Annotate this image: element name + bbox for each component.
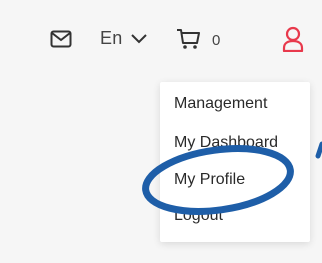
user-menu-button[interactable]	[282, 26, 304, 52]
menu-item-logout[interactable]: Logout	[174, 207, 223, 225]
mail-button[interactable]	[50, 30, 72, 48]
menu-item-my-dashboard[interactable]: My Dashboard	[174, 134, 278, 152]
mail-icon	[50, 30, 72, 48]
user-dropdown-menu: Management My Dashboard My Profile Logou…	[160, 82, 310, 242]
menu-item-management[interactable]: Management	[174, 95, 267, 113]
cart-icon	[177, 29, 200, 49]
chevron-down-icon	[131, 33, 148, 43]
cart-count: 0	[212, 31, 221, 49]
language-selector[interactable]: En	[100, 28, 148, 49]
pointer-line	[315, 141, 322, 159]
top-navbar: En 0	[0, 0, 322, 82]
language-label: En	[100, 28, 123, 48]
cart-button[interactable]: 0	[176, 28, 220, 50]
user-icon	[282, 26, 304, 52]
menu-item-my-profile[interactable]: My Profile	[174, 171, 245, 189]
